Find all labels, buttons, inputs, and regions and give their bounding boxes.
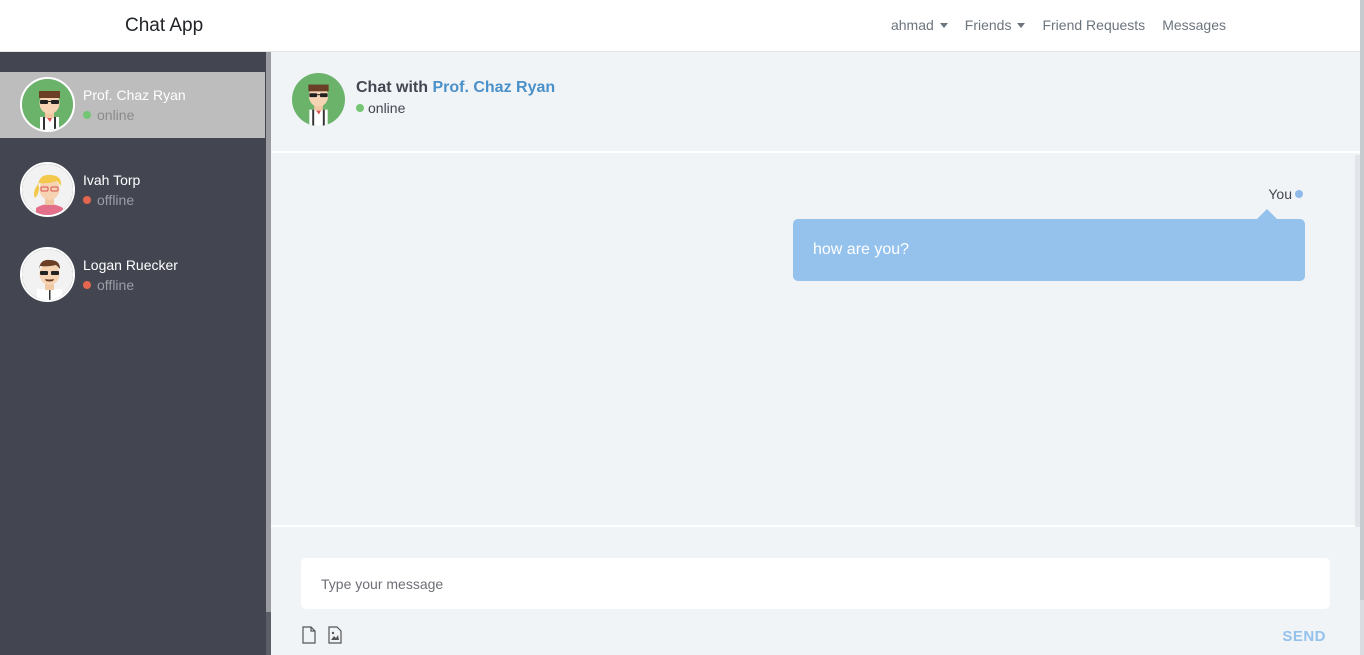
- page-scroll-thumb[interactable]: [1360, 0, 1364, 600]
- contact-name: Ivah Torp: [83, 172, 141, 188]
- chat-title: Chat with Prof. Chaz Ryan: [356, 79, 555, 97]
- offline-dot-icon: [83, 196, 91, 204]
- message-bubble: how are you?: [793, 219, 1305, 281]
- nav-user-dropdown[interactable]: ahmad: [891, 17, 948, 33]
- chat-status-label: online: [368, 100, 406, 116]
- nav-links: ahmad Friends Friend Requests Messages: [891, 17, 1226, 33]
- contact-name: Logan Ruecker: [83, 257, 178, 273]
- contact-name: Prof. Chaz Ryan: [83, 87, 186, 103]
- contact-status-label: online: [97, 107, 135, 123]
- avatar: [20, 162, 75, 217]
- nav-friends-label: Friends: [964, 17, 1012, 33]
- nav-messages[interactable]: Messages: [1162, 17, 1226, 33]
- chat-title-prefix: Chat with: [356, 79, 428, 96]
- avatar: [292, 73, 345, 126]
- chat-history: You how are you?: [271, 155, 1360, 527]
- contact-status: offline: [83, 277, 134, 293]
- send-button[interactable]: SEND: [1282, 628, 1326, 645]
- chat-header: Chat with Prof. Chaz Ryan online: [271, 52, 1360, 153]
- avatar-sunglasses-green-icon: [22, 79, 73, 130]
- message-input[interactable]: [301, 558, 1330, 609]
- message-text: how are you?: [813, 241, 910, 258]
- online-dot-icon: [83, 111, 91, 119]
- avatar-sunglasses-white-icon: [22, 249, 73, 300]
- file-icon[interactable]: [301, 626, 317, 644]
- chat-title-name: Prof. Chaz Ryan: [432, 79, 556, 96]
- caret-down-icon: [939, 22, 948, 28]
- caret-down-icon: [1017, 22, 1026, 28]
- nav-friend-requests[interactable]: Friend Requests: [1042, 17, 1145, 33]
- message-sender-label: You: [1268, 186, 1292, 202]
- sender-dot-icon: [1295, 190, 1303, 198]
- offline-dot-icon: [83, 281, 91, 289]
- brand-title[interactable]: Chat App: [125, 15, 203, 37]
- contacts-sidebar: Prof. Chaz Ryan online Ivah Torp offline: [0, 52, 266, 655]
- avatar-sunglasses-green-icon: [292, 73, 345, 126]
- message-composer: SEND: [271, 529, 1360, 655]
- online-dot-icon: [356, 104, 364, 112]
- navbar: Chat App ahmad Friends Friend Requests M…: [0, 0, 1364, 52]
- avatar-blonde-woman-icon: [22, 164, 73, 215]
- contact-status-label: offline: [97, 192, 135, 208]
- contact-status: offline: [83, 192, 134, 208]
- avatar: [20, 247, 75, 302]
- contact-status-label: offline: [97, 277, 135, 293]
- contact-status: online: [83, 107, 134, 123]
- bubble-arrow: [1257, 209, 1277, 219]
- message-sender: You: [1268, 186, 1303, 202]
- avatar: [20, 77, 75, 132]
- contact-item-ivah-torp[interactable]: Ivah Torp offline: [0, 157, 265, 223]
- chat-status: online: [356, 100, 405, 116]
- nav-user-label: ahmad: [890, 17, 934, 33]
- contact-item-logan-ruecker[interactable]: Logan Ruecker offline: [0, 242, 265, 308]
- image-icon[interactable]: [327, 626, 343, 644]
- chat-panel: Chat with Prof. Chaz Ryan online You how…: [271, 52, 1360, 655]
- contact-item-chaz-ryan[interactable]: Prof. Chaz Ryan online: [0, 72, 265, 138]
- nav-friends-dropdown[interactable]: Friends: [965, 17, 1026, 33]
